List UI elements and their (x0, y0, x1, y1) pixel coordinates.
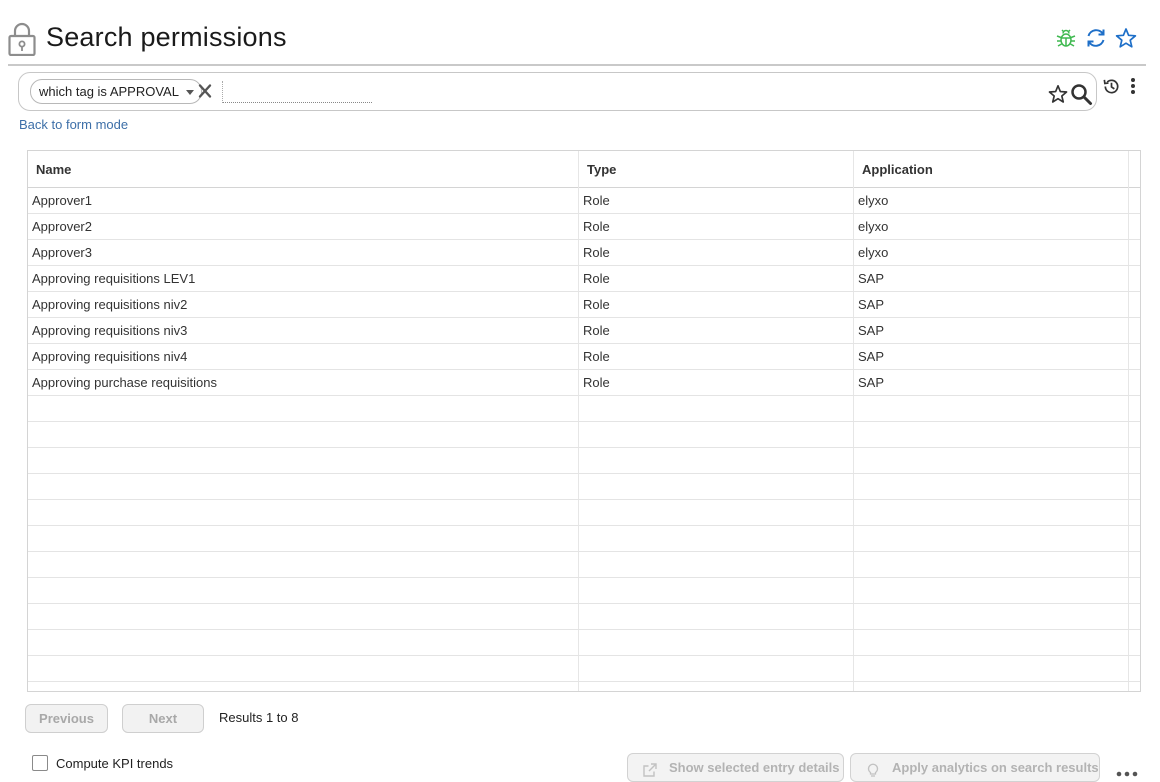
kebab-menu-icon[interactable] (1126, 76, 1140, 98)
table-row[interactable]: Approving requisitions niv2 Role SAP (28, 292, 1140, 318)
empty-table-row (28, 630, 1140, 656)
table-row[interactable]: Approver2 Role elyxo (28, 214, 1140, 240)
cell-type: Role (583, 271, 610, 286)
cell-type: Role (583, 245, 610, 260)
header-actions (1054, 26, 1138, 50)
column-header-type[interactable]: Type (587, 151, 616, 188)
history-icon[interactable] (1102, 77, 1121, 96)
filter-chip-label: which tag is APPROVAL (39, 84, 179, 99)
cell-type: Role (583, 323, 610, 338)
results-table: Name Type Application Approver1 Role elyxo… (27, 150, 1141, 692)
empty-table-row (28, 422, 1140, 448)
table-row[interactable]: Approver3 Role elyxo (28, 240, 1140, 266)
search-input[interactable] (222, 81, 372, 103)
compute-kpi-trends-checkbox[interactable] (32, 755, 48, 771)
next-button[interactable]: Next (122, 704, 204, 733)
column-header-application[interactable]: Application (862, 151, 933, 188)
lock-icon (8, 22, 36, 57)
cell-application: elyxo (858, 245, 889, 260)
empty-table-row (28, 396, 1140, 422)
bug-icon[interactable] (1054, 26, 1078, 50)
filter-chip[interactable]: which tag is APPROVAL (30, 79, 202, 104)
external-link-icon (642, 760, 658, 777)
show-entry-details-label: Show selected entry details (669, 760, 840, 775)
table-row[interactable]: Approving purchase requisitions Role SAP (28, 370, 1140, 396)
empty-table-row (28, 448, 1140, 474)
page-header: Search permissions (8, 18, 1146, 66)
apply-analytics-label: Apply analytics on search results (892, 760, 1099, 775)
cell-type: Role (583, 349, 610, 364)
table-row[interactable]: Approving requisitions LEV1 Role SAP (28, 266, 1140, 292)
search-icon[interactable] (1069, 82, 1093, 106)
table-header: Name Type Application (28, 151, 1140, 188)
cell-application: SAP (858, 375, 885, 390)
empty-table-row (28, 604, 1140, 630)
results-count: Results 1 to 8 (219, 710, 299, 725)
search-bar: which tag is APPROVAL (18, 72, 1097, 111)
cell-application: elyxo (858, 219, 889, 234)
favorite-search-icon[interactable] (1048, 84, 1068, 104)
page-title: Search permissions (46, 22, 287, 52)
back-to-form-mode-link[interactable]: Back to form mode (19, 117, 128, 132)
cell-application: SAP (858, 297, 885, 312)
cell-name: Approving requisitions LEV1 (32, 271, 196, 286)
cell-name: Approving purchase requisitions (32, 375, 217, 390)
table-row[interactable]: Approving requisitions niv4 Role SAP (28, 344, 1140, 370)
cell-name: Approving requisitions niv4 (32, 349, 188, 364)
empty-table-row (28, 552, 1140, 578)
lightbulb-icon (865, 760, 881, 777)
cell-type: Role (583, 297, 610, 312)
cell-name: Approver2 (32, 219, 92, 234)
empty-table-row (28, 500, 1140, 526)
column-header-name[interactable]: Name (36, 151, 71, 188)
table-row[interactable]: Approving requisitions niv3 Role SAP (28, 318, 1140, 344)
empty-table-row (28, 656, 1140, 682)
cell-application: SAP (858, 349, 885, 364)
cell-type: Role (583, 219, 610, 234)
cell-application: SAP (858, 323, 885, 338)
empty-table-row (28, 578, 1140, 604)
cell-application: elyxo (858, 193, 889, 208)
star-icon[interactable] (1114, 26, 1138, 50)
empty-table-row (28, 474, 1140, 500)
previous-button[interactable]: Previous (25, 704, 108, 733)
more-options-icon[interactable] (1116, 764, 1138, 777)
show-entry-details-button[interactable]: Show selected entry details (627, 753, 844, 782)
cell-type: Role (583, 193, 610, 208)
refresh-icon[interactable] (1084, 26, 1108, 50)
table-body: Approver1 Role elyxo Approver2 Role elyxo Appr… (28, 188, 1140, 682)
chevron-down-icon (185, 90, 194, 95)
cell-application: SAP (858, 271, 885, 286)
cell-type: Role (583, 375, 610, 390)
cell-name: Approving requisitions niv2 (32, 297, 188, 312)
close-icon[interactable] (197, 82, 213, 100)
table-row[interactable]: Approver1 Role elyxo (28, 188, 1140, 214)
empty-table-row (28, 526, 1140, 552)
cell-name: Approving requisitions niv3 (32, 323, 188, 338)
cell-name: Approver3 (32, 245, 92, 260)
apply-analytics-button[interactable]: Apply analytics on search results (850, 753, 1100, 782)
compute-kpi-trends-label: Compute KPI trends (56, 756, 174, 771)
cell-name: Approver1 (32, 193, 92, 208)
